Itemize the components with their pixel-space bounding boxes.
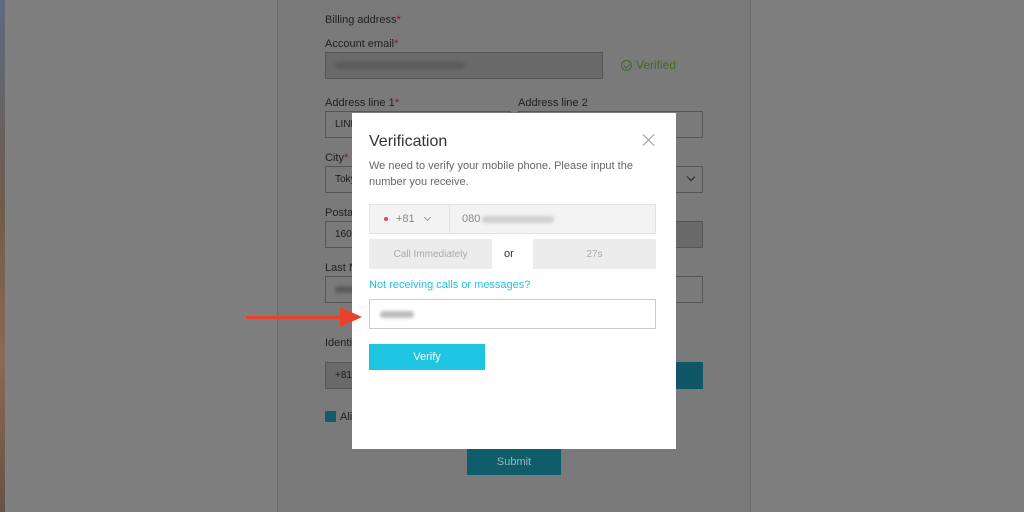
modal-description: We need to verify your mobile phone. Ple…: [369, 160, 633, 188]
country-code-select[interactable]: +81: [370, 205, 450, 233]
phone-number-row: +81 080: [369, 204, 656, 234]
modal-title: Verification: [369, 133, 448, 150]
postal-label: Postal: [325, 207, 356, 219]
arrow-head: [340, 307, 362, 327]
country-code-value: +81: [396, 213, 415, 225]
verification-code-input[interactable]: [369, 299, 656, 329]
arrow-right-icon: [246, 316, 344, 319]
resend-timer-button[interactable]: 27s: [533, 239, 656, 269]
identity-label: Identit: [325, 337, 355, 349]
call-immediately-button[interactable]: Call Immediately: [369, 239, 492, 269]
or-text: or: [504, 248, 514, 260]
desktop-edge: [0, 0, 5, 512]
not-receiving-link[interactable]: Not receiving calls or messages?: [369, 279, 530, 291]
verified-status: Verified: [621, 58, 676, 72]
billing-address-heading: Billing address*: [325, 14, 401, 26]
phone-prefix: 080: [462, 213, 481, 225]
submit-button[interactable]: Submit: [467, 448, 561, 475]
verify-button[interactable]: Verify: [369, 344, 485, 370]
account-email-label: Account email*: [325, 38, 399, 50]
verification-modal: Verification We need to verify your mobi…: [352, 113, 676, 449]
address-line1-label: Address line 1*: [325, 97, 399, 109]
check-circle-icon: [621, 59, 632, 71]
address-line2-label: Address line 2: [518, 97, 588, 109]
account-email-field: [325, 52, 603, 79]
agreement-checkbox[interactable]: [325, 411, 336, 422]
flag-icon: [384, 217, 388, 221]
chevron-down-icon: [423, 213, 431, 222]
phone-number-field: 080: [450, 205, 655, 233]
close-icon[interactable]: [642, 133, 656, 147]
city-label: City*: [325, 152, 349, 164]
